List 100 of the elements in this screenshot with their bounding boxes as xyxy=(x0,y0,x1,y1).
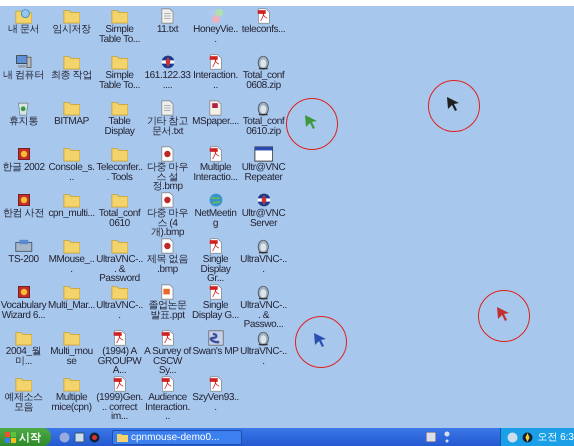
icon-label: Multi_Mar... xyxy=(48,301,95,310)
icon-label: A Survey of CSCW Sy... xyxy=(144,347,191,376)
icon-label: 한컴 사전 xyxy=(3,209,44,218)
app-icon[interactable] xyxy=(89,432,100,442)
folder-icon xyxy=(110,54,128,70)
folder-icon xyxy=(62,330,80,346)
icon-label: 다중 마우스 (4개).bmp xyxy=(146,209,189,238)
icon-label: Total_conf 0610 xyxy=(98,209,142,228)
icon-label: cpn_multi... xyxy=(48,209,95,218)
window-icon[interactable] xyxy=(74,432,85,442)
folder-icon xyxy=(110,192,128,208)
pdf-file-icon xyxy=(112,330,126,346)
icon-label: Audience Interaction... xyxy=(144,393,191,422)
icon-label: 2004_월미... xyxy=(4,347,42,366)
folder-icon xyxy=(117,432,128,442)
folder-icon xyxy=(110,100,128,116)
pdf-file-icon xyxy=(160,330,174,346)
computer-icon xyxy=(14,54,32,70)
icon-label: Table Display xyxy=(104,117,136,136)
app-icon xyxy=(16,192,32,208)
archive-icon xyxy=(256,54,271,70)
icon-label: Multiple Interactio... xyxy=(192,163,239,182)
icon-label: Total_conf 0610.zip xyxy=(242,117,286,136)
icon-label: Multi_mouse xyxy=(49,347,94,366)
folder-icon xyxy=(110,146,128,162)
icon-label: 제목 없음 .bmp xyxy=(146,255,189,274)
icon-label: UltraVNC-... & Passwo... xyxy=(240,301,287,330)
folder-icon xyxy=(62,8,80,24)
icon-label: UltraVNC-... xyxy=(96,301,143,320)
icon-label: Multiple mice(cpn) xyxy=(50,393,93,412)
icon-label: Total_conf 0608.zip xyxy=(242,71,286,90)
folder-icon xyxy=(110,238,128,254)
archive-icon xyxy=(256,100,271,116)
icon-label: 최종 작업 xyxy=(51,71,92,80)
image-file-icon xyxy=(161,238,174,254)
icon-label: (1994) A GROUPWA... xyxy=(96,347,142,376)
app-icon xyxy=(16,146,32,162)
pdf-file-icon xyxy=(208,376,222,392)
window-icon xyxy=(254,146,274,162)
icon-label: UltraVNC-... xyxy=(240,347,287,366)
icon-label: Teleconfer... Tools xyxy=(96,163,143,182)
folder-icon xyxy=(62,192,80,208)
icon-label: Single Display Gr... xyxy=(200,255,232,284)
pdf-file-icon xyxy=(208,54,222,70)
folder-icon xyxy=(62,376,80,392)
document-icon xyxy=(209,100,222,116)
taskbar-button[interactable]: cpnmouse-demo0... xyxy=(112,430,242,444)
folder-icon xyxy=(62,284,80,300)
icon-label: MMouse_... xyxy=(48,255,95,274)
image-file-icon xyxy=(161,192,174,208)
folder-icon xyxy=(62,238,80,254)
icon-label: Swan's MP xyxy=(192,347,239,356)
folder-icon xyxy=(110,284,128,300)
pdf-file-icon xyxy=(112,376,126,392)
icon-label: HoneyVie... xyxy=(192,25,239,44)
documents-icon xyxy=(14,8,32,24)
icon-label: 임시저장 xyxy=(52,25,91,34)
icon-label: Console_s... xyxy=(48,163,95,182)
slides-file-icon xyxy=(161,284,174,300)
icon-label: SzyVen93... xyxy=(192,393,239,412)
folder-icon xyxy=(110,8,128,24)
folder-icon xyxy=(62,146,80,162)
icon-label: BITMAP xyxy=(54,117,89,126)
icon-label: 내 컴퓨터 xyxy=(3,71,44,80)
icon-label: Simple Table To... xyxy=(98,25,141,44)
icon-label: 한글 2002 xyxy=(2,163,45,172)
pdf-file-icon xyxy=(160,376,174,392)
icon-label: 다중 마우스 설정.bmp xyxy=(146,163,189,192)
start-button[interactable]: 시작 xyxy=(0,428,51,446)
icon-label: Ultr@VNC Repeater xyxy=(240,163,286,182)
app-icon xyxy=(16,284,32,300)
archive-icon xyxy=(256,284,271,300)
icon-label: 기타 참고문서.txt xyxy=(146,117,189,136)
icon-label: Ultr@VNC Server xyxy=(240,209,286,228)
pdf-file-icon xyxy=(208,238,222,254)
pdf-file-icon xyxy=(208,284,222,300)
icon-label: UltraVNC-... & Password xyxy=(96,255,143,284)
image-file-icon xyxy=(161,146,174,162)
text-file-icon xyxy=(161,8,174,24)
folder-icon xyxy=(14,376,32,392)
icon-label: teleconfs... xyxy=(242,25,286,34)
icon-label: (1999)Gen... correct im... xyxy=(96,393,143,422)
icon-label: 내 문서 xyxy=(8,25,40,34)
icon-label: NetMeeting xyxy=(194,209,238,228)
folder-icon xyxy=(14,330,32,346)
icon-label: Interaction... xyxy=(192,71,239,90)
folder-icon xyxy=(62,54,80,70)
icon-label: 졸업논문 발표.ppt xyxy=(147,301,188,320)
pdf-file-icon xyxy=(256,8,270,24)
recycle-bin-icon xyxy=(16,100,31,116)
swirl-icon xyxy=(208,330,224,346)
icon-label: MSpaper.... xyxy=(192,117,239,126)
icon-label: 161.122.33.... xyxy=(144,71,191,90)
icon-label: 예제소스 모음 xyxy=(3,393,44,412)
icon-label: Vocabulary Wizard 6... xyxy=(0,301,47,320)
icon-label: Simple Table To... xyxy=(98,71,141,90)
icon-label: Single Display G... xyxy=(192,301,239,320)
text-file-icon xyxy=(161,100,174,116)
tray-app-icon[interactable] xyxy=(426,432,436,442)
icon-label: TS-200 xyxy=(8,255,39,264)
